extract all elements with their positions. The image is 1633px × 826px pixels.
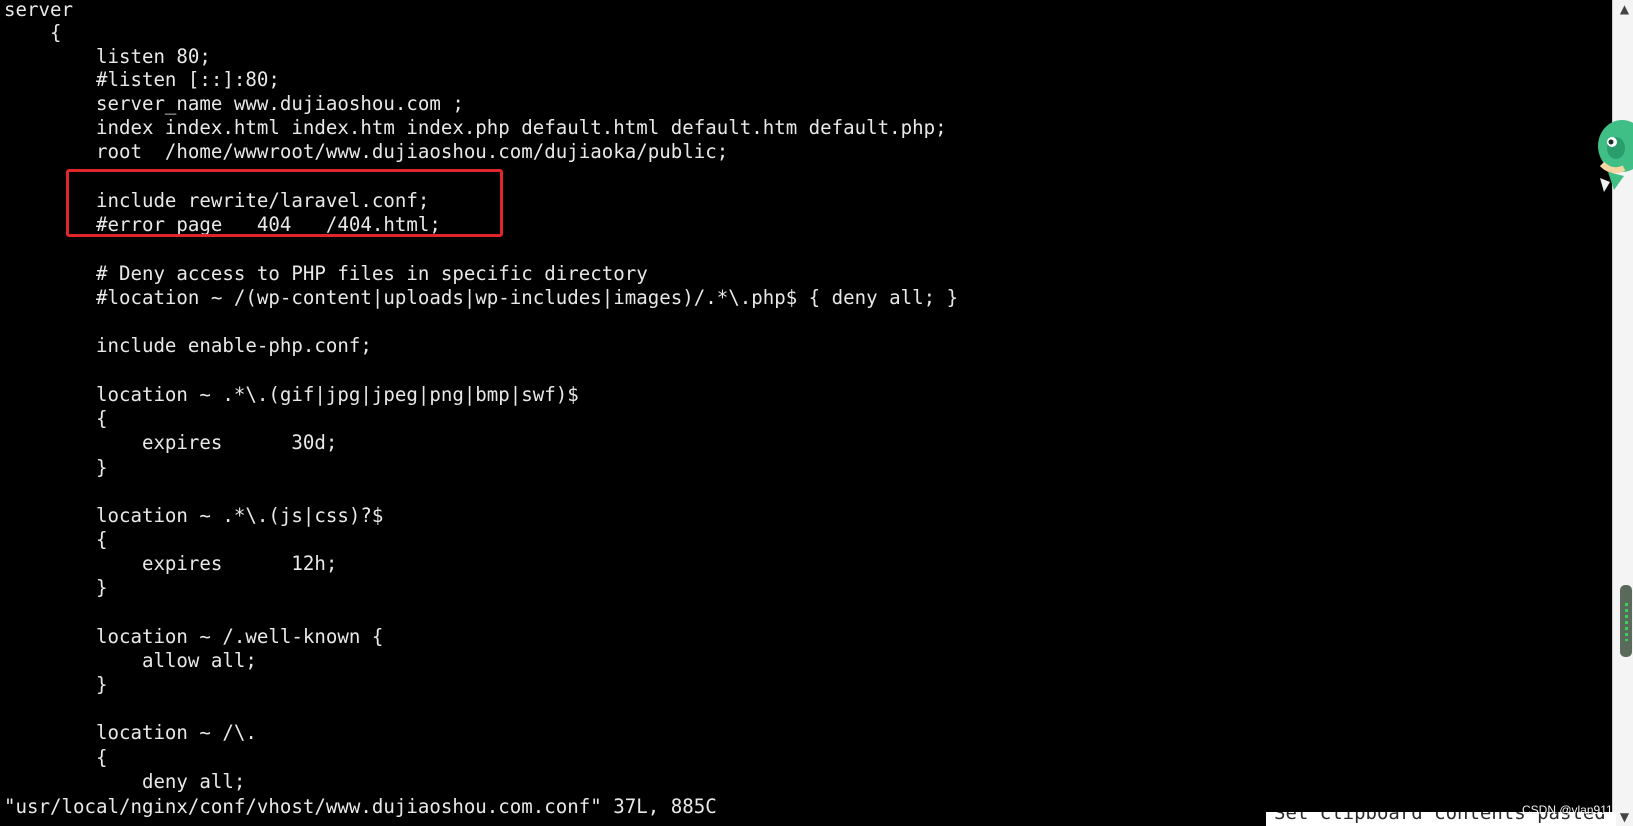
code-line: include enable-php.conf; [4,334,372,357]
code-line: listen 80; [4,45,211,68]
code-line: location ~ .*\.(js|css)?$ [4,504,384,527]
code-line: # Deny access to PHP files in specific d… [4,262,648,285]
code-line: #location ~ /(wp-content|uploads|wp-incl… [4,286,959,309]
status-line: "usr/local/nginx/conf/vhost/www.dujiaosh… [4,795,717,818]
code-line: deny all; [4,770,246,793]
watermark: CSDN @vlan911 [1522,803,1613,817]
code-line: #listen [::]:80; [4,68,280,91]
code-line: { [4,528,108,551]
code-line: expires 12h; [4,552,338,575]
code-line: location ~ /\. [4,721,257,744]
scroll-up-icon[interactable]: ▲ [1616,0,1633,18]
code-line: root /home/wwwroot/www.dujiaoshou.com/du… [4,140,729,163]
code-line: { [4,407,108,430]
screenshot: server { listen 80; #listen [::]:80; ser… [0,0,1633,826]
code-line: location ~ /.well-known { [4,625,384,648]
code-line: { [4,746,108,769]
terminal-window[interactable]: server { listen 80; #listen [::]:80; ser… [0,0,1612,826]
code-line: allow all; [4,649,257,672]
code-line: location ~ .*\.(gif|jpg|jpeg|png|bmp|swf… [4,383,579,406]
scrollbar-grip-icon [1625,603,1628,641]
code-line: index index.html index.htm index.php def… [4,116,947,139]
code-line: expires 30d; [4,431,338,454]
code-line: } [4,673,108,696]
code-line: } [4,576,108,599]
code-line: { [4,21,62,44]
scroll-down-icon[interactable]: ▼ [1616,808,1633,826]
code-line: } [4,456,108,479]
code-line: server_name www.dujiaoshou.com ; [4,92,464,115]
code-line: server [4,0,73,21]
mascot-icon[interactable] [1594,112,1633,200]
highlight-box [66,169,503,237]
